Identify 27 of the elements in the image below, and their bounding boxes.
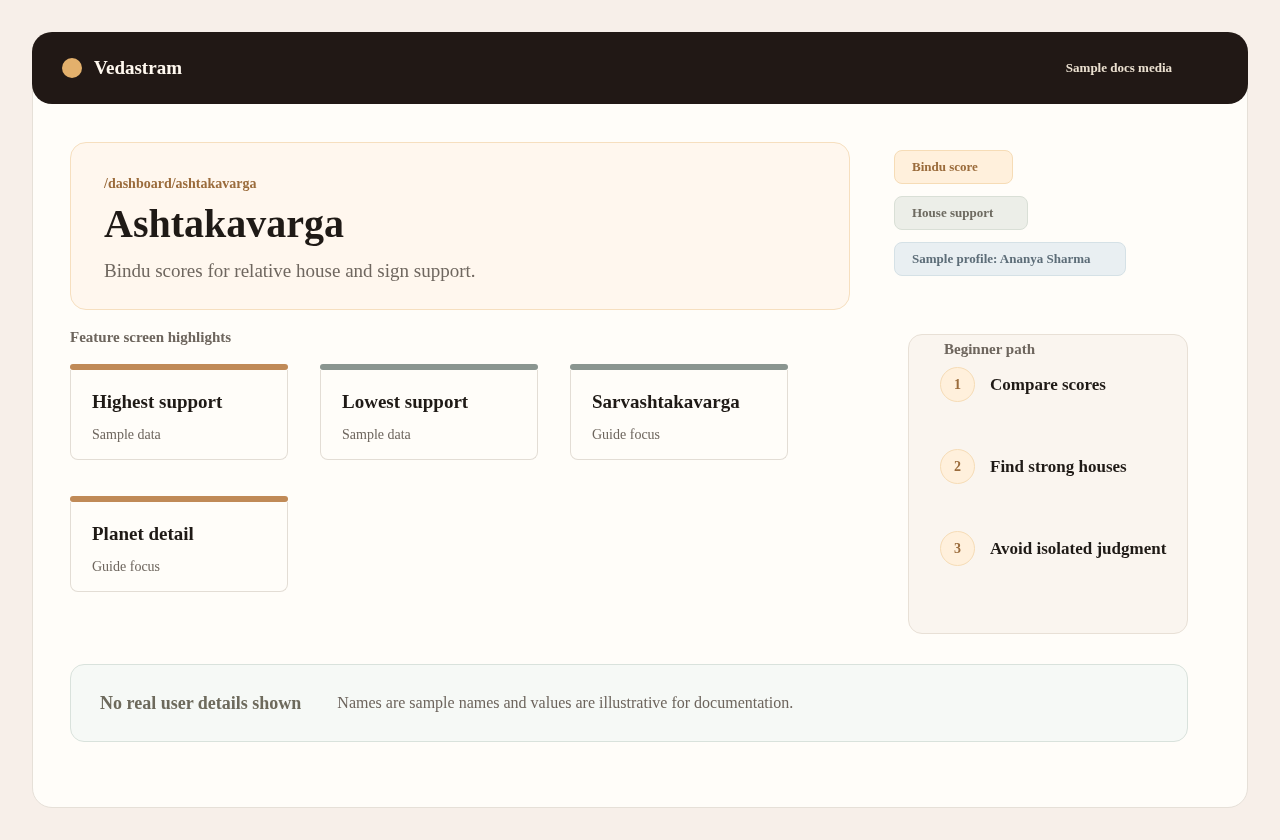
brand-name: Vedastram <box>94 57 182 79</box>
page-subtitle: Bindu scores for relative house and sign support. <box>104 260 477 282</box>
page-title: Ashtakavarga <box>104 201 346 247</box>
logo-dot-icon <box>62 58 82 78</box>
card-title: Planet detail <box>92 523 195 545</box>
step-number: 3 <box>940 531 975 566</box>
step-label: Compare scores <box>990 374 1106 395</box>
tag-chip: Sample profile: Ananya Sharma <box>894 242 1126 276</box>
docs-link[interactable]: Sample docs media <box>1065 60 1172 76</box>
card-title: Lowest support <box>342 391 470 413</box>
card-title: Highest support <box>92 391 224 413</box>
panel-heading: Beginner path <box>944 340 1036 358</box>
tag-chip: Bindu score <box>894 150 1013 184</box>
notice-title: No real user details shown <box>100 692 302 714</box>
tag-chip: House support <box>894 196 1029 230</box>
card-subtitle: Guide focus <box>592 426 662 444</box>
breadcrumb: /dashboard/ashtakavarga <box>104 175 258 193</box>
step-number: 2 <box>940 449 975 484</box>
card-subtitle: Sample data <box>342 426 412 444</box>
card-subtitle: Sample data <box>92 426 162 444</box>
notice-text: Names are sample names and values are illustrative for documentation. <box>337 694 794 712</box>
card-subtitle: Guide focus <box>92 558 162 576</box>
section-heading: Feature screen highlights <box>70 328 233 346</box>
card-title: Sarvashtakavarga <box>592 391 741 413</box>
step-number: 1 <box>940 367 975 402</box>
step-label: Find strong houses <box>990 456 1127 477</box>
step-label: Avoid isolated judgment <box>990 538 1167 559</box>
